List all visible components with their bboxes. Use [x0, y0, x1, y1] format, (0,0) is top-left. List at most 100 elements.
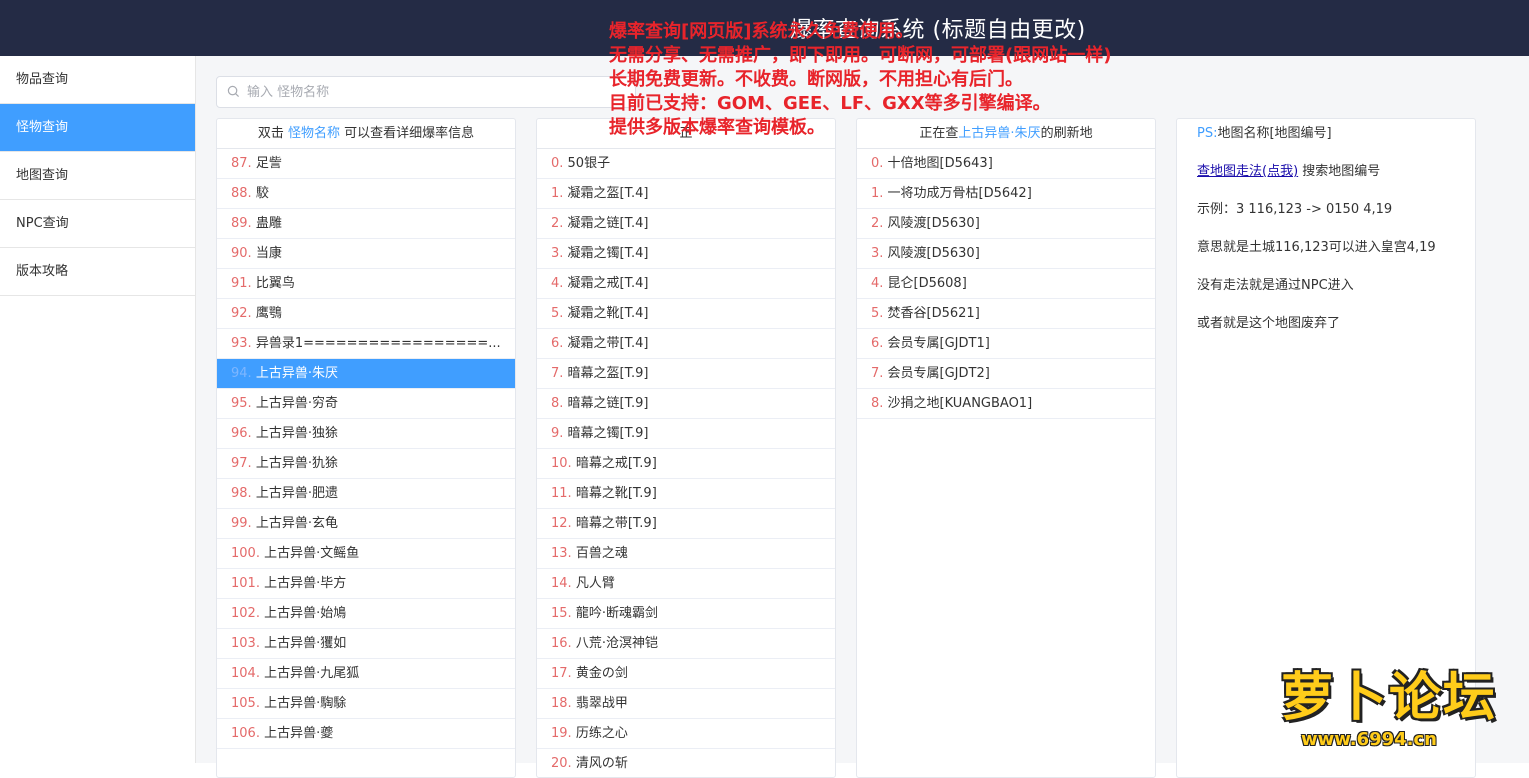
list-item[interactable]: 6. 凝霜之带[T.4] — [537, 329, 835, 359]
row-label: 昆仑[D5608] — [883, 276, 967, 291]
list-item[interactable]: 15. 龍吟·断魂霸剑 — [537, 599, 835, 629]
list-item[interactable]: 8. 暗幕之链[T.9] — [537, 389, 835, 419]
map-route-link[interactable]: 查地图走法(点我) — [1197, 164, 1298, 179]
list-item[interactable]: 4. 凝霜之戒[T.4] — [537, 269, 835, 299]
list-item[interactable]: 4. 昆仑[D5608] — [857, 269, 1155, 299]
list-item[interactable]: 1. 一将功成万骨枯[D5642] — [857, 179, 1155, 209]
list-item[interactable]: 101. 上古异兽·毕方 — [217, 569, 515, 599]
sidebar-item-item-query[interactable]: 物品查询 — [0, 56, 195, 104]
list-item[interactable]: 5. 焚香谷[D5621] — [857, 299, 1155, 329]
promo-line-4: 目前已支持：GOM、GEE、LF、GXX等多引擎编译。 — [609, 93, 1051, 114]
meaning-line: 意思就是土城116,123可以进入皇宫4,19 — [1197, 240, 1436, 255]
row-label: 上古异兽·独狳 — [251, 426, 338, 441]
list-item[interactable]: 11. 暗幕之靴[T.9] — [537, 479, 835, 509]
row-label: 会员专属[GJDT1] — [883, 336, 990, 351]
row-label: 沙捐之地[KUANGBAO1] — [883, 396, 1033, 411]
row-label: 上古异兽·始鳩 — [259, 606, 347, 621]
list-item[interactable]: 91. 比翼鸟 — [217, 269, 515, 299]
sidebar: 物品查询 怪物查询 地图查询 NPC查询 版本攻略 — [0, 56, 196, 763]
sidebar-item-map-query[interactable]: 地图查询 — [0, 152, 195, 200]
list-item[interactable]: 100. 上古异兽·文鳐鱼 — [217, 539, 515, 569]
list-item[interactable]: 102. 上古异兽·始鳩 — [217, 599, 515, 629]
no-route-line: 没有走法就是通过NPC进入 — [1197, 278, 1354, 293]
search-input[interactable] — [247, 77, 627, 107]
row-number: 89. — [231, 216, 252, 231]
list-item[interactable]: 95. 上古异兽·穷奇 — [217, 389, 515, 419]
row-label: 上古异兽·文鳐鱼 — [259, 546, 360, 561]
row-number: 102. — [231, 606, 260, 621]
promo-line-5: 提供多版本爆率查询模板。 — [609, 117, 825, 138]
list-item[interactable]: 104. 上古异兽·九尾狐 — [217, 659, 515, 689]
map-route-line: 查地图走法(点我) 搜索地图编号 — [1197, 163, 1455, 201]
list-item[interactable]: 5. 凝霜之靴[T.4] — [537, 299, 835, 329]
list-item[interactable]: 88. 駮 — [217, 179, 515, 209]
list-item[interactable]: 87. 足訾 — [217, 149, 515, 179]
sidebar-item-version-guide[interactable]: 版本攻略 — [0, 248, 195, 296]
row-number: 104. — [231, 666, 260, 681]
list-item[interactable]: 92. 鹰鶚 — [217, 299, 515, 329]
promo-overlay: 爆率查询[网页版]系统永久免费使用。 无需分享、无需推广，即下即用。可断网，可部… — [609, 20, 1111, 140]
map-route-suffix: 搜索地图编号 — [1302, 164, 1381, 179]
list-item[interactable]: 105. 上古异兽·騊駼 — [217, 689, 515, 719]
row-number: 3. — [871, 246, 884, 261]
list-item[interactable]: 103. 上古异兽·玃如 — [217, 629, 515, 659]
row-number: 87. — [231, 156, 252, 171]
list-item[interactable]: 7. 暗幕之盔[T.9] — [537, 359, 835, 389]
list-item[interactable]: 7. 会员专属[GJDT2] — [857, 359, 1155, 389]
list-item[interactable]: 2. 凝霜之链[T.4] — [537, 209, 835, 239]
list-item[interactable]: 14. 凡人臂 — [537, 569, 835, 599]
row-label: 清风の斩 — [571, 756, 628, 771]
row-number: 7. — [551, 366, 564, 381]
row-number: 88. — [231, 186, 252, 201]
row-label: 上古异兽·騊駼 — [259, 696, 347, 711]
list-item[interactable]: 90. 当康 — [217, 239, 515, 269]
row-label: 当康 — [251, 246, 282, 261]
watermark-text: 萝卜论坛 — [1281, 668, 1498, 728]
promo-line-2: 无需分享、无需推广，即下即用。可断网，可部署(跟网站一样) — [609, 45, 1112, 66]
row-number: 15. — [551, 606, 572, 621]
list-item[interactable]: 2. 风陵渡[D5630] — [857, 209, 1155, 239]
row-number: 3. — [551, 246, 564, 261]
list-item[interactable]: 3. 风陵渡[D5630] — [857, 239, 1155, 269]
watermark-logo: 萝卜论坛 www.6994.cn — [1281, 655, 1521, 755]
list-item[interactable]: 98. 上古异兽·肥遗 — [217, 479, 515, 509]
list-item[interactable]: 10. 暗幕之戒[T.9] — [537, 449, 835, 479]
list-item[interactable]: 6. 会员专属[GJDT1] — [857, 329, 1155, 359]
list-item[interactable]: 97. 上古异兽·犰狳 — [217, 449, 515, 479]
search-box — [216, 76, 636, 108]
list-item[interactable]: 94. 上古异兽·朱厌 — [217, 359, 515, 389]
row-number: 94. — [231, 366, 252, 381]
ps-line: PS:地图名称[地图编号] — [1197, 125, 1455, 163]
row-number: 7. — [871, 366, 884, 381]
row-label: 比翼鸟 — [251, 276, 295, 291]
list-item[interactable]: 0. 十倍地图[D5643] — [857, 149, 1155, 179]
list-item[interactable]: 16. 八荒·沧溟神铠 — [537, 629, 835, 659]
row-number: 5. — [871, 306, 884, 321]
sidebar-item-monster-query[interactable]: 怪物查询 — [0, 104, 195, 152]
row-number: 8. — [871, 396, 884, 411]
list-item[interactable]: 20. 清风の斩 — [537, 749, 835, 777]
ps-label: PS: — [1197, 126, 1218, 141]
sidebar-item-npc-query[interactable]: NPC查询 — [0, 200, 195, 248]
list-item[interactable]: 1. 凝霜之盔[T.4] — [537, 179, 835, 209]
list-item[interactable]: 93. 异兽录1=================... — [217, 329, 515, 359]
row-number: 2. — [871, 216, 884, 231]
list-item[interactable]: 9. 暗幕之镯[T.9] — [537, 419, 835, 449]
list-item[interactable]: 19. 历练之心 — [537, 719, 835, 749]
row-number: 17. — [551, 666, 572, 681]
list-item[interactable]: 0. 50银子 — [537, 149, 835, 179]
list-item[interactable]: 17. 黄金の剑 — [537, 659, 835, 689]
drops-panel: 正 0. 50银子 1. 凝霜之盔[T.4] 2. 凝霜之链[T.4] 3. 凝霜之镯… — [536, 118, 836, 778]
list-item[interactable]: 99. 上古异兽·玄龟 — [217, 509, 515, 539]
list-item[interactable]: 96. 上古异兽·独狳 — [217, 419, 515, 449]
row-number: 1. — [551, 186, 564, 201]
list-item[interactable]: 89. 蛊雕 — [217, 209, 515, 239]
list-item[interactable]: 8. 沙捐之地[KUANGBAO1] — [857, 389, 1155, 419]
list-item[interactable]: 18. 翡翠战甲 — [537, 689, 835, 719]
list-item[interactable]: 3. 凝霜之镯[T.4] — [537, 239, 835, 269]
list-item[interactable]: 13. 百兽之魂 — [537, 539, 835, 569]
list-item[interactable]: 106. 上古异兽·夔 — [217, 719, 515, 749]
row-number: 14. — [551, 576, 572, 591]
row-number: 91. — [231, 276, 252, 291]
list-item[interactable]: 12. 暗幕之带[T.9] — [537, 509, 835, 539]
